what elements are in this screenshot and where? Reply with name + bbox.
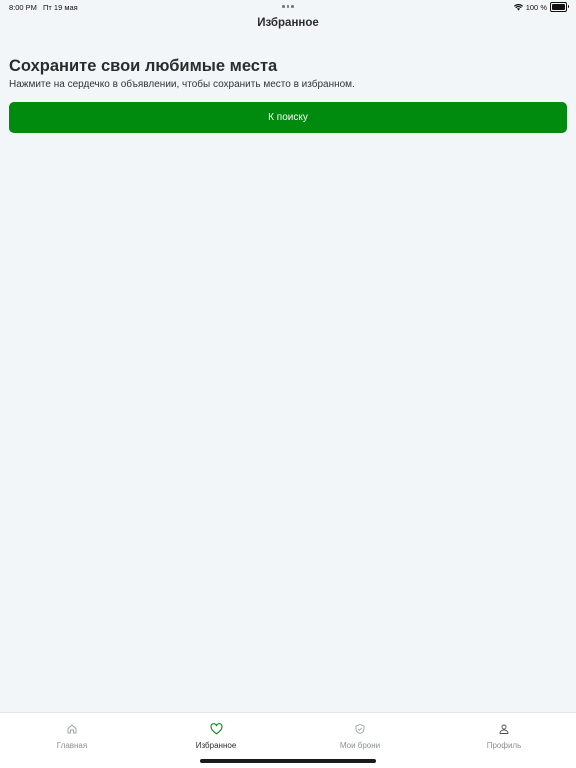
status-date: Пт 19 мая xyxy=(43,3,78,12)
tab-label: Мои брони xyxy=(339,741,381,750)
empty-state: Сохраните свои любимые места Нажмите на … xyxy=(9,56,567,133)
page-title: Избранное xyxy=(257,17,319,29)
shield-check-icon xyxy=(354,723,366,741)
tab-home[interactable]: Главная xyxy=(32,723,112,750)
wifi-icon xyxy=(513,3,523,11)
tab-my-bookings[interactable]: Мои брони xyxy=(320,723,400,750)
empty-state-subtitle: Нажмите на сердечко в объявлении, чтобы … xyxy=(9,79,355,90)
battery-icon xyxy=(550,2,569,12)
battery-fill xyxy=(552,4,565,10)
status-time: 8:00 PM xyxy=(9,3,37,12)
home-icon xyxy=(66,723,78,741)
status-bar: 8:00 PM Пт 19 мая 100 % xyxy=(0,0,576,14)
home-indicator[interactable] xyxy=(200,759,376,763)
tab-favorites[interactable]: Избранное xyxy=(176,723,256,750)
empty-state-headline: Сохраните свои любимые места xyxy=(9,57,278,75)
heart-icon xyxy=(210,723,223,741)
favorites-screen: 8:00 PM Пт 19 мая 100 % Избранное Сохран… xyxy=(0,0,576,768)
status-right: 100 % xyxy=(513,2,569,12)
go-to-search-button[interactable]: К поиску xyxy=(9,102,567,133)
multitask-dots[interactable] xyxy=(282,5,294,8)
battery-percent: 100 % xyxy=(525,2,547,12)
tab-profile[interactable]: Профиль xyxy=(464,723,544,750)
person-icon xyxy=(498,723,510,741)
tab-label: Главная xyxy=(56,741,88,750)
tab-label: Профиль xyxy=(486,741,522,750)
tab-label: Избранное xyxy=(195,741,237,750)
